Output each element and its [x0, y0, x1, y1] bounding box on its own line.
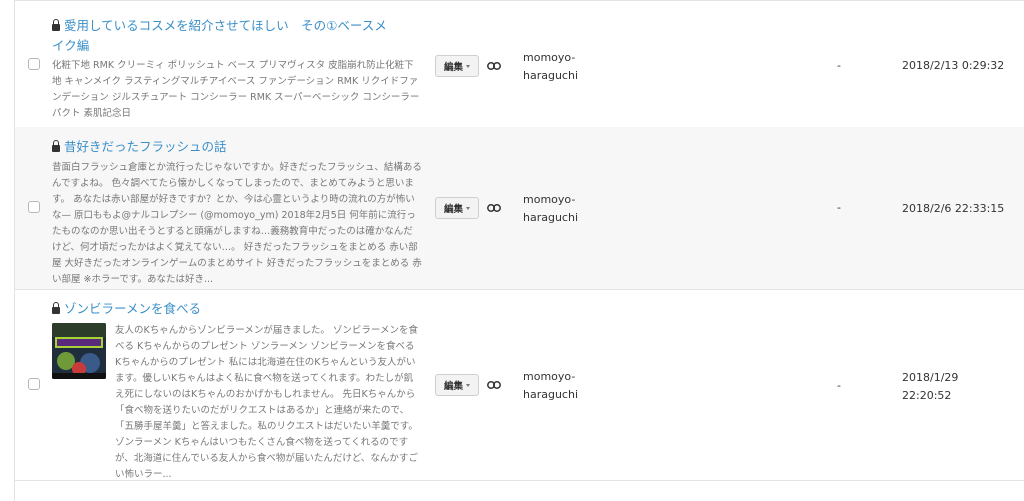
table-row: 昔好きだったフラッシュの話 昔面白フラッシュ倉庫とか流行ったじゃないですか。好き…	[15, 127, 1024, 290]
zombie-ramen-image	[52, 323, 106, 379]
post-excerpt: 友人のKちゃんからゾンビラーメンが届きました。 ゾンビラーメンを食べる Kちゃん…	[115, 325, 418, 480]
table-row: 愛用しているコスメを紹介させてほしい その①ベースメイク編 化粧下地 RMK ク…	[15, 0, 1024, 128]
row-select-checkbox[interactable]	[28, 378, 40, 390]
post-views: -	[837, 379, 841, 392]
post-author: momoyo-haraguchi	[523, 51, 579, 82]
post-author: momoyo-haraguchi	[523, 193, 579, 224]
post-title-link[interactable]: 愛用しているコスメを紹介させてほしい その①ベースメイク編	[52, 16, 392, 56]
post-date: 2018/1/29 22:20:52	[902, 371, 959, 402]
lock-icon	[52, 302, 60, 314]
lock-icon	[52, 19, 60, 31]
edit-button-label: 編集	[443, 62, 463, 73]
post-date: 2018/2/13 0:29:32	[902, 59, 1005, 72]
post-title-link[interactable]: ゾンビラーメンを食べる	[52, 299, 392, 319]
post-title-text[interactable]: ゾンビラーメンを食べる	[64, 301, 201, 316]
chevron-down-icon	[466, 206, 470, 210]
table-row: ゾンビラーメンを食べる 友人のKちゃんからゾンビラーメンが届きました。 ゾンビラ…	[15, 290, 1024, 481]
chevron-down-icon	[466, 64, 470, 68]
chevron-down-icon	[466, 383, 470, 387]
edit-button-label: 編集	[443, 381, 463, 392]
post-views: -	[837, 201, 841, 214]
edit-button-label: 編集	[443, 204, 463, 215]
post-title-link[interactable]: 昔好きだったフラッシュの話	[52, 137, 392, 157]
edit-button[interactable]: 編集	[435, 197, 479, 219]
post-views: -	[837, 59, 841, 72]
link-icon[interactable]	[487, 204, 501, 212]
edit-button[interactable]: 編集	[435, 55, 479, 77]
link-icon[interactable]	[487, 62, 501, 70]
row-select-checkbox[interactable]	[28, 201, 40, 213]
lock-icon	[52, 140, 60, 152]
post-excerpt: 化粧下地 RMK クリーミィ ポリッシュト ベース プリマヴィスタ 皮脂崩れ防止…	[52, 60, 420, 119]
post-title-text[interactable]: 昔好きだったフラッシュの話	[64, 139, 227, 154]
left-gutter	[0, 0, 15, 501]
edit-button[interactable]: 編集	[435, 374, 479, 396]
post-list-page: 愛用しているコスメを紹介させてほしい その①ベースメイク編 化粧下地 RMK ク…	[0, 0, 1024, 501]
link-icon[interactable]	[487, 381, 501, 389]
post-excerpt: 昔面白フラッシュ倉庫とか流行ったじゃないですか。好きだったフラッシュ、結構あるん…	[52, 162, 422, 285]
post-date: 2018/2/6 22:33:15	[902, 202, 1005, 215]
post-author: momoyo-haraguchi	[523, 370, 579, 401]
post-thumbnail	[52, 323, 106, 379]
row-select-checkbox[interactable]	[28, 58, 40, 70]
post-title-text[interactable]: 愛用しているコスメを紹介させてほしい その①ベースメイク編	[52, 18, 387, 53]
